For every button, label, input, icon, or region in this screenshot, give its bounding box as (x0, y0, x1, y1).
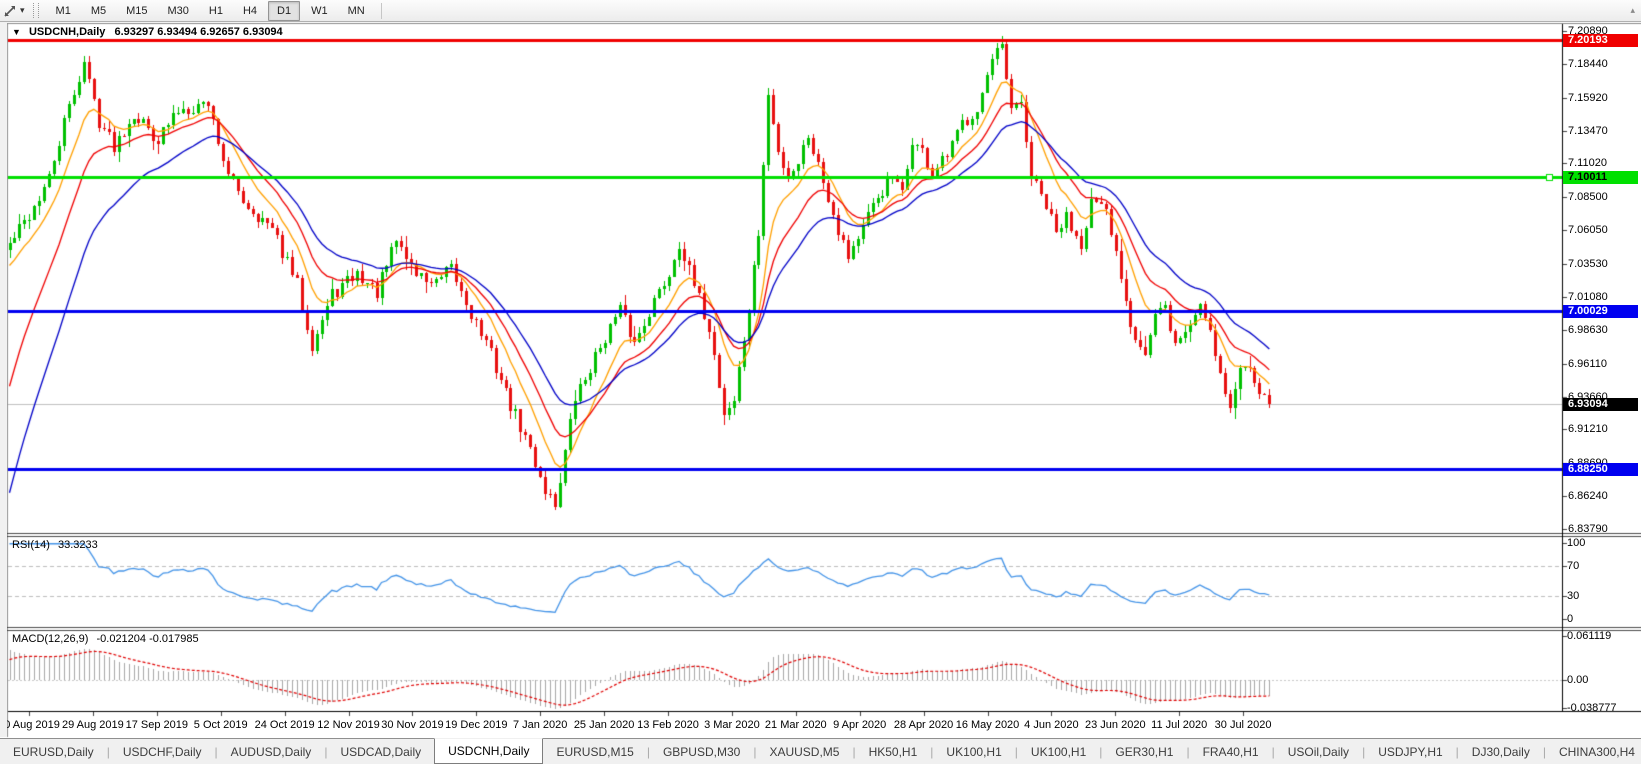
timeframe-button-m15[interactable]: M15 (117, 1, 156, 21)
tab-usdchf-daily[interactable]: USDCHF,Daily (110, 739, 215, 764)
chart-canvas[interactable] (0, 0, 1641, 764)
tab-usoil-daily[interactable]: USOil,Daily (1275, 739, 1362, 764)
timeframe-button-h4[interactable]: H4 (234, 1, 266, 21)
chart-menu-icon[interactable]: ▼ (12, 27, 21, 37)
timeframe-button-m5[interactable]: M5 (82, 1, 115, 21)
toolbar-grip-handle[interactable] (33, 3, 39, 18)
toolbar-overflow-icon[interactable]: ▴ (1630, 5, 1635, 16)
timeframe-toolbar: ▾ M1M5M15M30H1H4D1W1MN ▴ (0, 0, 1641, 22)
tab-fra40-h1[interactable]: FRA40,H1 (1190, 739, 1272, 764)
tab-usdcad-daily[interactable]: USDCAD,Daily (327, 739, 434, 764)
tab-uk100-h1[interactable]: UK100,H1 (933, 739, 1014, 764)
timeframe-button-m30[interactable]: M30 (159, 1, 198, 21)
tab-ger30-h1[interactable]: GER30,H1 (1102, 739, 1186, 764)
chevron-down-icon[interactable]: ▾ (19, 5, 29, 16)
chart-tab-bar: EURUSD,Daily|USDCHF,Daily|AUDUSD,Daily|U… (0, 738, 1641, 764)
timeframe-button-m1[interactable]: M1 (47, 1, 80, 21)
tab-usdcnh-daily[interactable]: USDCNH,Daily (434, 738, 543, 764)
tab-uk100-h1[interactable]: UK100,H1 (1018, 739, 1099, 764)
tab-xauusd-m5[interactable]: XAUUSD,M5 (756, 739, 852, 764)
tab-audusd-daily[interactable]: AUDUSD,Daily (218, 739, 325, 764)
mt4-chart-window: ▾ M1M5M15M30H1H4D1W1MN ▴ ▼ USDCNH,Daily … (0, 0, 1641, 764)
timeframe-button-mn[interactable]: MN (339, 1, 374, 21)
tab-china300-h4[interactable]: CHINA300,H4 (1546, 739, 1641, 764)
tab-dj30-daily[interactable]: DJ30,Daily (1459, 739, 1543, 764)
timeframe-button-h1[interactable]: H1 (200, 1, 232, 21)
timeframe-button-w1[interactable]: W1 (302, 1, 337, 21)
tab-usdjpy-h1[interactable]: USDJPY,H1 (1365, 739, 1455, 764)
tab-eurusd-m15[interactable]: EURUSD,M15 (543, 739, 646, 764)
tab-gbpusd-m30[interactable]: GBPUSD,M30 (650, 739, 753, 764)
tab-hk50-h1[interactable]: HK50,H1 (856, 739, 931, 764)
timeframe-button-d1[interactable]: D1 (268, 1, 300, 21)
toolbar-divider (381, 3, 382, 19)
chart-tool-icon[interactable] (1, 3, 19, 19)
timeframe-buttons: M1M5M15M30H1H4D1W1MN (46, 1, 375, 21)
chart-tabs: EURUSD,Daily|USDCHF,Daily|AUDUSD,Daily|U… (0, 739, 1641, 764)
tab-eurusd-daily[interactable]: EURUSD,Daily (0, 739, 107, 764)
chart-frame-left-edge (0, 23, 7, 737)
